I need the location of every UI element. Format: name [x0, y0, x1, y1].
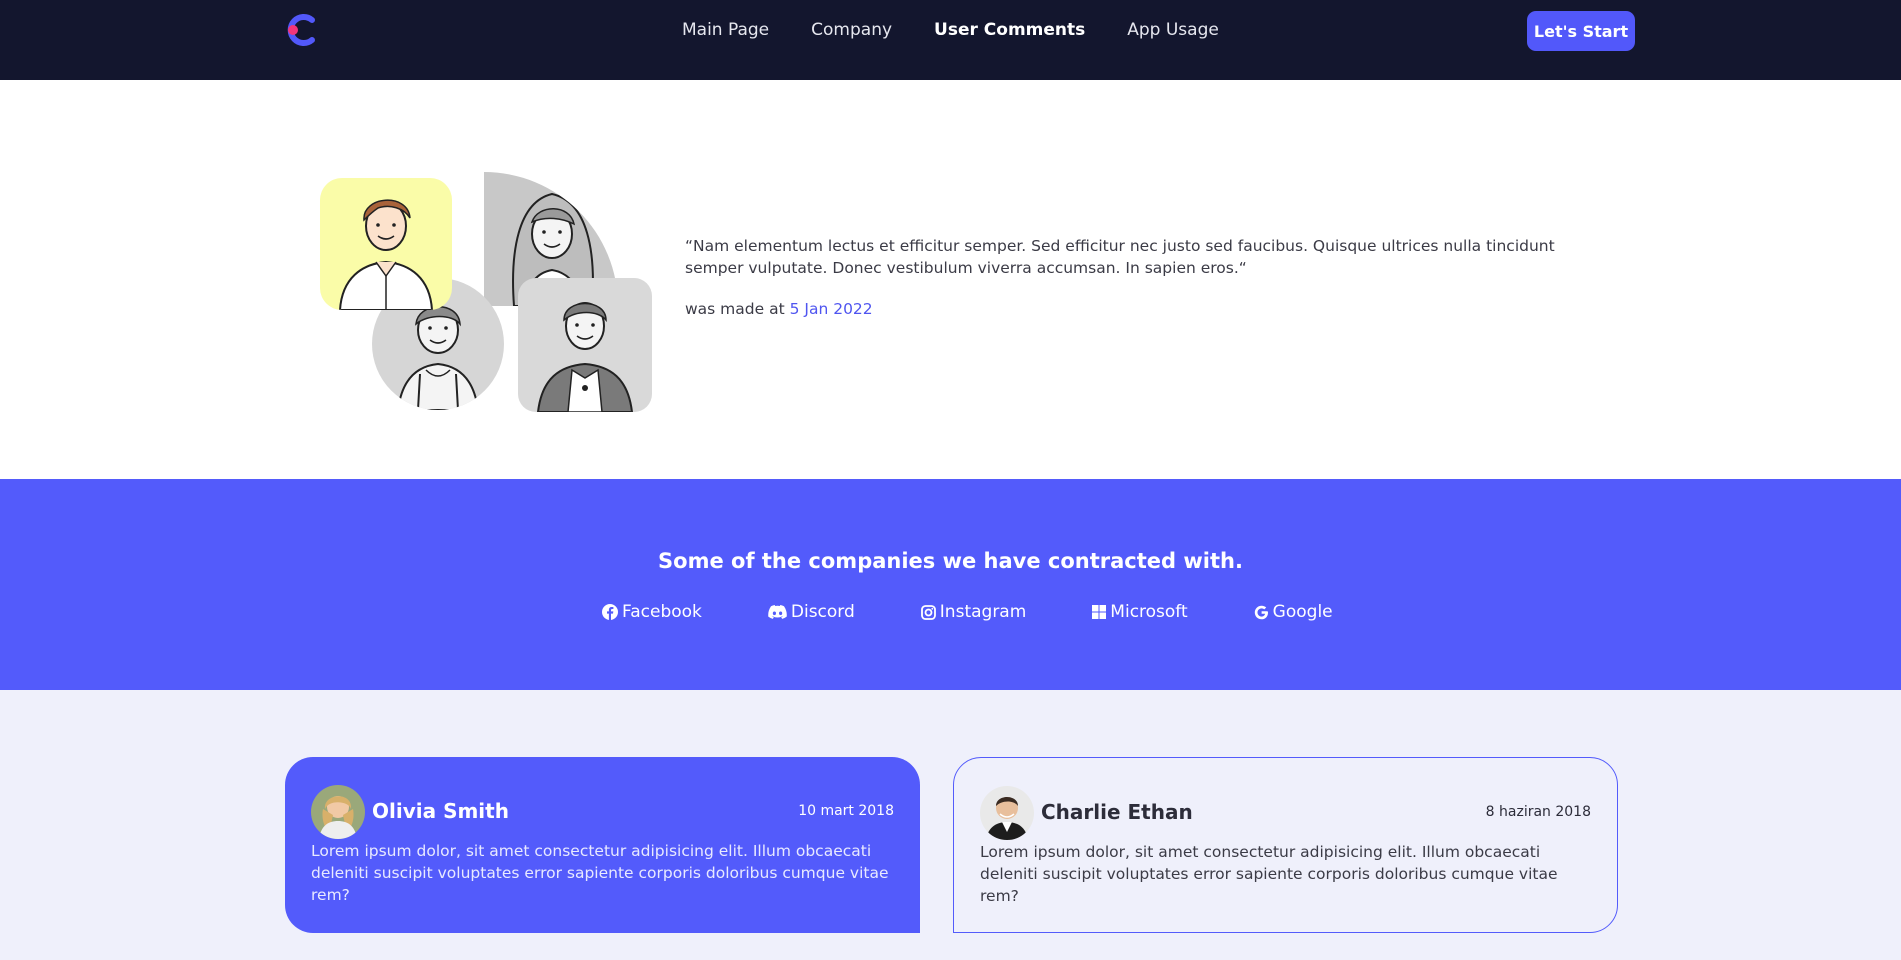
nav-link-company[interactable]: Company: [811, 19, 892, 41]
review-text: Lorem ipsum dolor, sit amet consectetur …: [311, 842, 889, 904]
review-date: 10 mart 2018: [798, 803, 894, 819]
nav-link-user-comments[interactable]: User Comments: [934, 19, 1085, 41]
made-at-label: was made at: [685, 300, 785, 318]
brand-discord[interactable]: Discord: [768, 602, 855, 622]
companies-band: Some of the companies we have contracted…: [0, 479, 1901, 690]
review-text: Lorem ipsum dolor, sit amet consectetur …: [980, 843, 1558, 905]
nav-link-app-usage[interactable]: App Usage: [1127, 19, 1219, 41]
brand-list: Facebook Discord Instagram Microsoft Goo…: [602, 602, 1333, 622]
brand-label: Instagram: [939, 602, 1027, 622]
reviewer-name: Charlie Ethan: [1041, 800, 1193, 824]
lets-start-button[interactable]: Let's Start: [1527, 11, 1635, 51]
microsoft-icon: [1092, 605, 1107, 619]
facebook-icon: [602, 604, 618, 620]
avatar: [980, 786, 1034, 840]
main-nav: Main Page Company User Comments App Usag…: [682, 19, 1261, 41]
testimonial-quote: “Nam elementum lectus et efficitur sempe…: [685, 237, 1555, 277]
avatar-collage: [318, 172, 654, 414]
brand-google[interactable]: Google: [1254, 602, 1333, 622]
testimonial-date: 5 Jan 2022: [789, 300, 873, 318]
testimonial-section: “Nam elementum lectus et efficitur sempe…: [0, 80, 1901, 479]
review-date: 8 haziran 2018: [1485, 804, 1591, 820]
top-navbar: Main Page Company User Comments App Usag…: [0, 0, 1901, 80]
brand-label: Discord: [790, 602, 855, 622]
testimonial-date-line: was made at 5 Jan 2022: [685, 300, 873, 318]
nav-link-main-page[interactable]: Main Page: [682, 19, 769, 41]
reviewer-name: Olivia Smith: [372, 799, 509, 823]
avatar: [311, 785, 365, 839]
instagram-icon: [920, 604, 936, 620]
brand-facebook[interactable]: Facebook: [602, 602, 702, 622]
discord-icon: [768, 604, 787, 619]
brand-label: Microsoft: [1110, 602, 1188, 622]
companies-title: Some of the companies we have contracted…: [658, 549, 1243, 573]
brand-microsoft[interactable]: Microsoft: [1092, 602, 1188, 622]
brand-label: Facebook: [622, 602, 702, 622]
avatar-man-jacket: [518, 278, 652, 412]
google-icon: [1254, 605, 1268, 619]
brand-label: Google: [1272, 602, 1333, 622]
review-card: Charlie Ethan 8 haziran 2018 Lorem ipsum…: [953, 757, 1618, 933]
c-logo-icon[interactable]: [284, 12, 320, 48]
brand-instagram[interactable]: Instagram: [920, 602, 1027, 622]
avatar-boy-brown-hair: [320, 178, 452, 310]
review-card: Olivia Smith 10 mart 2018 Lorem ipsum do…: [285, 757, 920, 933]
